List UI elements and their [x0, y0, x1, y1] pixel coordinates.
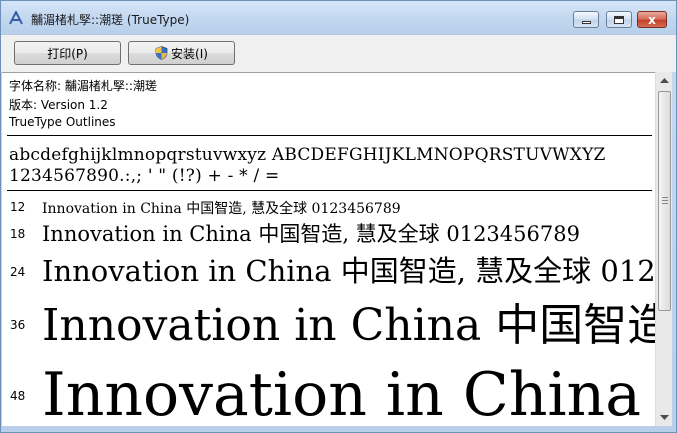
sample-row-12: 12 Innovation in China 中国智造, 慧及全球 012345… — [2, 197, 655, 217]
arrow-up-icon — [660, 78, 669, 83]
sample-size-label: 36 — [10, 318, 26, 332]
arrow-down-icon — [660, 415, 669, 420]
divider-bottom — [7, 190, 652, 191]
sample-row-24: 24 Innovation in China 中国智造, 慧及全球 012345… — [2, 248, 655, 286]
install-button[interactable]: 安装(I) — [128, 41, 235, 65]
sample-row-48: 48 Innovation in China 中国智造, 慧及全球 012345… — [2, 348, 655, 426]
divider-top — [7, 135, 652, 136]
sample-size-label: 24 — [10, 265, 26, 279]
toolbar: 打印(P) 安装(I) — [1, 34, 676, 72]
maximize-button[interactable] — [606, 11, 632, 28]
sample-size-label: 48 — [10, 389, 26, 403]
minimize-button[interactable] — [573, 11, 599, 28]
font-name-line: 字体名称: 黼湄楮札孯::潮瑳 — [9, 79, 157, 93]
font-preview-pane[interactable]: 字体名称: 黼湄楮札孯::潮瑳 版本: Version 1.2 TrueType… — [2, 72, 655, 426]
scroll-down-button[interactable] — [656, 409, 673, 426]
font-outline-type-line: TrueType Outlines — [9, 115, 116, 129]
font-viewer-icon — [9, 11, 23, 25]
print-button[interactable]: 打印(P) — [14, 41, 121, 65]
vertical-scrollbar[interactable] — [655, 72, 672, 426]
print-button-label: 打印(P) — [47, 46, 88, 61]
sample-text-48: Innovation in China 中国智造, 慧及全球 012345678… — [42, 360, 655, 426]
font-viewer-window: 黼湄楮札孯::潮瑳 (TrueType) x 打印(P) 安装(I) 字体名称:… — [0, 0, 677, 433]
sample-text-18: Innovation in China 中国智造, 慧及全球 012345678… — [42, 222, 580, 246]
grip-icon — [662, 197, 668, 204]
close-button[interactable]: x — [637, 11, 667, 28]
scrollbar-thumb[interactable] — [658, 91, 671, 311]
window-title: 黼湄楮札孯::潮瑳 (TrueType) — [31, 13, 190, 27]
install-button-label: 安装(I) — [171, 46, 208, 61]
minimize-icon — [581, 20, 591, 24]
sample-size-label: 12 — [10, 200, 26, 214]
sample-text-36: Innovation in China 中国智造, 慧及全球 012345678… — [42, 300, 655, 345]
uac-shield-icon — [155, 46, 168, 60]
maximize-icon — [614, 15, 624, 24]
font-version-line: 版本: Version 1.2 — [9, 98, 108, 112]
charset-digits-symbols: 1234567890.:,; ' " (!?) + - * / = — [9, 166, 280, 186]
sample-size-label: 18 — [10, 227, 26, 241]
scroll-up-button[interactable] — [656, 72, 673, 89]
sample-text-24: Innovation in China 中国智造, 慧及全球 012345678… — [42, 254, 655, 286]
close-icon: x — [648, 12, 656, 27]
sample-row-18: 18 Innovation in China 中国智造, 慧及全球 012345… — [2, 218, 655, 246]
sample-row-36: 36 Innovation in China 中国智造, 慧及全球 012345… — [2, 289, 655, 345]
charset-letters: abcdefghijklmnopqrstuvwxyz ABCDEFGHIJKLM… — [9, 145, 606, 165]
title-bar[interactable]: 黼湄楮札孯::潮瑳 (TrueType) x — [1, 1, 676, 34]
sample-text-12: Innovation in China 中国智造, 慧及全球 012345678… — [42, 201, 401, 217]
